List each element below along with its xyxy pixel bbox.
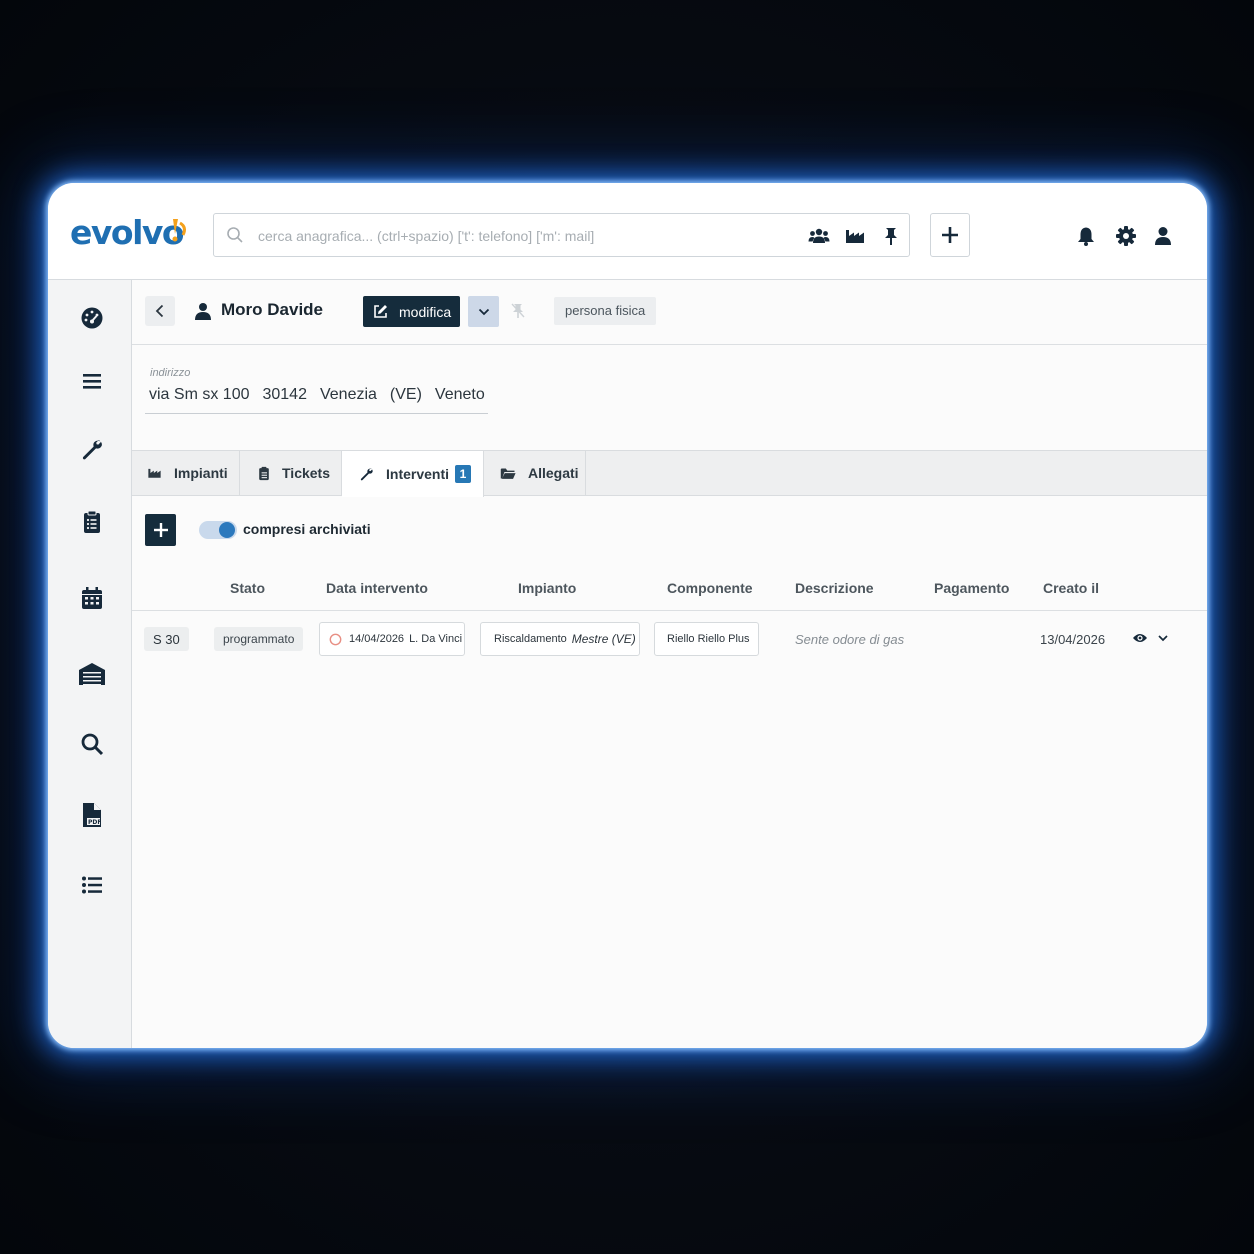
quick-add-button[interactable] [930,213,970,257]
pdf-file-icon: PDF [83,803,101,827]
nav-search[interactable] [76,728,108,760]
users-icon[interactable] [808,226,830,246]
warehouse-icon [79,663,105,685]
search-icon [81,733,104,756]
clipboard-icon [84,510,100,533]
wrench-icon [360,467,373,480]
user-icon[interactable] [1152,225,1174,247]
circle-status-icon [329,633,342,645]
address-region: Veneto [434,386,485,403]
intervento-date: 14/04/2026 [349,633,405,645]
calendar-icon [82,587,102,609]
app-window: evolvo cerca anagrafica... (ctrl+spazio)… [48,183,1207,1048]
tab-label: Tickets [282,465,330,481]
nav-tickets[interactable] [76,506,108,538]
nav-dashboard[interactable] [76,302,108,334]
add-intervento-button[interactable] [145,514,176,546]
eye-icon[interactable] [1132,632,1148,644]
table-header-divider [132,610,1207,611]
tab-label: Impianti [174,465,228,481]
logo-mark-icon [172,219,186,242]
impianto-location: Mestre (VE) [571,632,636,646]
nav-list[interactable] [76,869,108,901]
nav-pdf[interactable]: PDF [76,799,108,831]
gear-icon[interactable] [1115,225,1137,247]
svg-text:PDF: PDF [88,819,101,826]
plus-icon [942,227,958,243]
bell-icon[interactable] [1075,225,1097,247]
address-zip: 30142 [262,386,307,403]
edit-button[interactable]: modifica [363,296,460,327]
edit-icon [374,305,387,318]
list-icon [82,876,102,894]
componente-name: Riello Riello Plus [667,633,750,645]
search-input[interactable] [256,222,780,250]
date-chip[interactable]: 14/04/2026 L. Da Vinci [319,622,465,656]
nav-menu[interactable] [76,365,108,397]
sidebar: PDF [48,280,132,1048]
folder-open-icon [500,467,516,479]
tabs-bar: Impianti Tickets Interventi 1 Allegati [132,450,1207,497]
address-field: via Sm sx 100 30142 Venezia (VE) Veneto [145,386,488,414]
column-header-stato[interactable]: Stato [230,580,265,596]
pin-icon[interactable] [880,226,902,246]
edit-dropdown-button[interactable] [468,296,499,327]
tab-interventi[interactable]: Interventi 1 [342,451,484,497]
tab-count-badge: 1 [455,465,472,483]
descrizione-text: Sente odore di gas [795,632,905,647]
plus-icon [153,523,168,537]
row-code: S 30 [144,627,189,651]
address-city: Venezia [319,386,377,403]
impianto-type: Riscaldamento [494,633,567,645]
clipboard-icon [259,466,269,480]
factory-icon [148,468,161,478]
dashboard-icon [81,307,103,329]
chevron-down-icon[interactable] [1157,632,1169,644]
top-bar: evolvo [48,183,1207,280]
tab-allegati[interactable]: Allegati [484,451,586,495]
chevron-down-icon [478,308,489,315]
column-header-impianto[interactable]: Impianto [518,580,576,596]
status-badge: programmato [214,627,304,651]
address-province: (VE) [389,386,422,403]
edit-label: modifica [399,303,452,320]
wrench-icon [82,440,102,460]
nav-warehouse[interactable] [76,658,108,690]
intervento-technician: L. Da Vinci [409,633,463,645]
address-label: indirizzo [150,367,191,379]
tab-tickets[interactable]: Tickets [240,451,342,495]
back-button[interactable] [145,296,175,326]
chevron-left-icon [155,304,164,318]
tab-label: Interventi [386,466,450,482]
column-header-data[interactable]: Data intervento [326,580,428,596]
table-row[interactable]: S 30 programmato 14/04/2026 L. Da Vinci … [132,612,1207,667]
archived-toggle[interactable] [199,521,237,539]
record-name: Moro Davide [221,300,324,319]
address-street: via Sm sx 100 [149,386,250,403]
column-header-descrizione[interactable]: Descrizione [795,580,874,596]
column-header-componente[interactable]: Componente [667,580,753,596]
app-logo[interactable]: evolvo [70,213,186,253]
unpin-icon[interactable] [510,302,526,320]
main-content: Moro Davide modifica persona fisica indi… [132,280,1207,1048]
archived-toggle-label: compresi archiviati [243,521,371,537]
impianto-chip[interactable]: Riscaldamento Mestre (VE) [480,622,640,656]
person-icon [195,303,211,320]
componente-chip[interactable]: Riello Riello Plus [654,622,759,656]
record-header: Moro Davide modifica persona fisica [132,280,1207,345]
factory-icon[interactable] [844,226,866,246]
created-date: 13/04/2026 [1040,632,1106,647]
tab-impianti[interactable]: Impianti [132,451,240,495]
nav-interventi[interactable] [76,434,108,466]
column-header-pagamento[interactable]: Pagamento [934,580,1009,596]
tab-label: Allegati [528,465,579,481]
column-header-creato[interactable]: Creato il [1043,580,1099,596]
type-badge: persona fisica [554,297,657,325]
nav-calendar[interactable] [76,582,108,614]
search-icon [227,227,243,243]
logo-text: evolvo [70,213,185,252]
toggle-knob [219,522,235,538]
menu-icon [83,374,101,389]
search-box [213,213,910,257]
